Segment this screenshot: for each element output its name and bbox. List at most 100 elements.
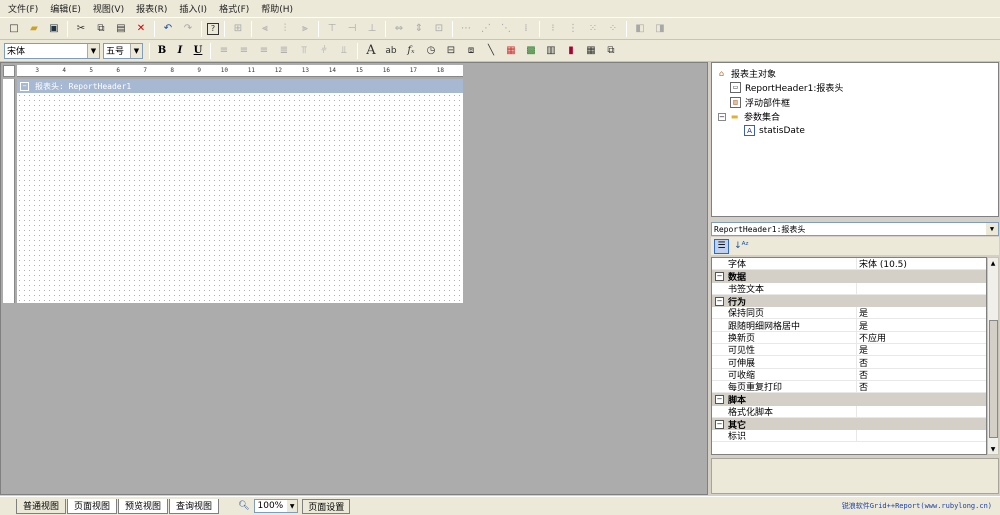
property-grid-scrollbar[interactable]: ▲ ▼ bbox=[987, 257, 999, 455]
menu-view[interactable]: 视图(V) bbox=[93, 2, 124, 15]
italic-button[interactable]: I bbox=[172, 43, 188, 59]
property-category[interactable]: − 数据 bbox=[712, 270, 986, 283]
cut-icon[interactable]: ✂ bbox=[73, 21, 89, 37]
line-icon[interactable]: ╲ bbox=[483, 43, 499, 59]
tree-item-floating-box[interactable]: ▨ 浮动部件框 bbox=[730, 96, 790, 109]
scroll-up-icon[interactable]: ▲ bbox=[988, 258, 998, 268]
static-text-icon[interactable]: A bbox=[363, 43, 379, 59]
collapse-icon[interactable]: − bbox=[718, 112, 726, 121]
page-setup-button[interactable]: 页面设置 bbox=[302, 498, 351, 514]
dropdown-arrow-icon[interactable]: ▼ bbox=[130, 43, 142, 58]
property-row[interactable]: 书签文本 bbox=[712, 282, 986, 295]
property-row[interactable]: 换新页 不应用 bbox=[712, 331, 986, 345]
tree-item-parameters[interactable]: − ▬ 参数集合 bbox=[718, 110, 780, 123]
collapse-icon[interactable]: − bbox=[715, 296, 724, 306]
bring-forward-icon[interactable]: ◧ bbox=[632, 21, 648, 37]
formula-box-icon[interactable]: fₓ bbox=[403, 43, 419, 59]
underline-button[interactable]: U bbox=[190, 43, 206, 59]
menu-report[interactable]: 报表(R) bbox=[136, 2, 167, 15]
align-middle-icon[interactable]: ⊣ bbox=[344, 21, 360, 37]
collapse-icon[interactable]: − bbox=[715, 394, 724, 404]
new-file-icon[interactable]: □ bbox=[6, 21, 22, 37]
delete-icon[interactable]: ✕ bbox=[133, 21, 149, 37]
undo-icon[interactable]: ↶ bbox=[160, 21, 176, 37]
menu-edit[interactable]: 编辑(E) bbox=[50, 2, 81, 15]
free-grid-icon[interactable]: ▦ bbox=[583, 43, 599, 59]
property-category[interactable]: − 行为 bbox=[712, 294, 986, 308]
align-right-edges-icon[interactable]: ⫸ bbox=[297, 21, 313, 37]
bold-button[interactable]: B bbox=[154, 43, 170, 59]
scroll-down-icon[interactable]: ▼ bbox=[988, 444, 998, 454]
menu-help[interactable]: 帮助(H) bbox=[261, 2, 293, 15]
bring-front-icon[interactable]: ⊞ bbox=[230, 21, 246, 37]
align-bottom-icon[interactable]: ⊥ bbox=[364, 21, 380, 37]
same-size-icon[interactable]: ⊡ bbox=[431, 21, 447, 37]
h-spacing-equal-icon[interactable]: ⋯ bbox=[458, 21, 474, 37]
h-spacing-increase-icon[interactable]: ⋰ bbox=[478, 21, 494, 37]
tab-query-view[interactable]: 查询视图 bbox=[169, 498, 220, 514]
system-var-box-icon[interactable]: ◷ bbox=[423, 43, 439, 59]
open-folder-icon[interactable]: ▰ bbox=[26, 21, 42, 37]
redo-icon[interactable]: ↷ bbox=[180, 21, 196, 37]
property-value[interactable]: 宋体 (10.5) bbox=[857, 258, 907, 270]
tree-item-statisdate[interactable]: A statisDate bbox=[744, 125, 805, 136]
property-row[interactable]: 保持同页 是 bbox=[712, 307, 986, 320]
text-align-right-icon[interactable]: ≡ bbox=[256, 43, 272, 59]
subreport-icon[interactable]: ⧈ bbox=[463, 43, 479, 59]
property-row[interactable]: 可见性 是 bbox=[712, 343, 986, 357]
align-top-icon[interactable]: ⊤ bbox=[324, 21, 340, 37]
dropdown-arrow-icon[interactable]: ▼ bbox=[287, 500, 298, 512]
h-spacing-remove-icon[interactable]: ⁞ bbox=[518, 21, 534, 37]
copy-icon[interactable]: ⧉ bbox=[93, 21, 109, 37]
menu-file[interactable]: 文件(F) bbox=[8, 2, 38, 15]
save-icon[interactable]: ▣ bbox=[46, 21, 62, 37]
property-row[interactable]: 标识 bbox=[712, 430, 986, 443]
vertical-bottom-icon[interactable]: ⫫ bbox=[336, 43, 352, 59]
font-name-select[interactable]: 宋体 ▼ bbox=[4, 42, 100, 59]
h-spacing-decrease-icon[interactable]: ⋱ bbox=[498, 21, 514, 37]
property-category[interactable]: − 脚本 bbox=[712, 393, 986, 406]
report-header-band-area[interactable] bbox=[17, 93, 463, 303]
vertical-top-icon[interactable]: ⫪ bbox=[296, 43, 312, 59]
property-value[interactable]: 是 bbox=[857, 343, 868, 356]
design-canvas[interactable]: 3 4 5 6 7 8 9 10 11 12 13 14 15 16 17 18… bbox=[0, 62, 708, 495]
field-box-icon[interactable]: ab bbox=[383, 43, 399, 59]
property-row[interactable]: 字体 宋体 (10.5) bbox=[712, 258, 986, 271]
send-backward-icon[interactable]: ◨ bbox=[652, 21, 668, 37]
menu-format[interactable]: 格式(F) bbox=[219, 2, 249, 15]
v-spacing-increase-icon[interactable]: ⋮ bbox=[565, 21, 581, 37]
property-value[interactable]: 否 bbox=[857, 356, 868, 369]
tab-page-view[interactable]: 页面视图 bbox=[67, 498, 118, 514]
v-spacing-equal-icon[interactable]: ⁝ bbox=[545, 21, 561, 37]
align-left-edges-icon[interactable]: ⫷ bbox=[257, 21, 273, 37]
text-align-center-icon[interactable]: ≡ bbox=[236, 43, 252, 59]
box-icon[interactable]: ⧉ bbox=[603, 43, 619, 59]
vertical-middle-icon[interactable]: ⫩ bbox=[316, 43, 332, 59]
property-row[interactable]: 可伸展 否 bbox=[712, 356, 986, 369]
collapse-icon[interactable]: − bbox=[20, 81, 29, 91]
same-width-icon[interactable]: ⇔ bbox=[391, 21, 407, 37]
dropdown-arrow-icon[interactable]: ▼ bbox=[87, 43, 99, 58]
property-row[interactable]: 可收缩 否 bbox=[712, 368, 986, 381]
property-category[interactable]: − 其它 bbox=[712, 417, 986, 431]
property-row[interactable]: 跟随明细网格居中 是 bbox=[712, 319, 986, 332]
richtext-icon[interactable]: ▦ bbox=[503, 43, 519, 59]
zoom-select[interactable]: 100% ▼ bbox=[253, 499, 299, 513]
categorized-view-icon[interactable]: ☰ bbox=[714, 238, 729, 254]
memo-box-icon[interactable]: ⊟ bbox=[443, 43, 459, 59]
menu-insert[interactable]: 插入(I) bbox=[179, 2, 207, 15]
property-value[interactable]: 是 bbox=[857, 319, 868, 332]
font-size-select[interactable]: 五号 ▼ bbox=[103, 42, 143, 59]
same-height-icon[interactable]: ⇕ bbox=[411, 21, 427, 37]
collapse-icon[interactable]: − bbox=[715, 271, 724, 281]
property-value[interactable]: 否 bbox=[857, 368, 868, 381]
property-row[interactable]: 每页重复打印 否 bbox=[712, 380, 986, 394]
tree-root[interactable]: ⌂ 报表主对象 bbox=[716, 67, 776, 80]
tree-item-report-header[interactable]: ▭ ReportHeader1:报表头 bbox=[730, 81, 843, 94]
barcode-icon[interactable]: ▥ bbox=[543, 43, 559, 59]
align-center-icon[interactable]: ⫶ bbox=[277, 21, 293, 37]
chart-icon[interactable]: ▮ bbox=[563, 43, 579, 59]
property-value[interactable]: 不应用 bbox=[857, 331, 886, 344]
tab-normal-view[interactable]: 普通视图 bbox=[16, 498, 67, 514]
object-selector[interactable]: ReportHeader1:报表头 ▼ bbox=[711, 222, 999, 236]
